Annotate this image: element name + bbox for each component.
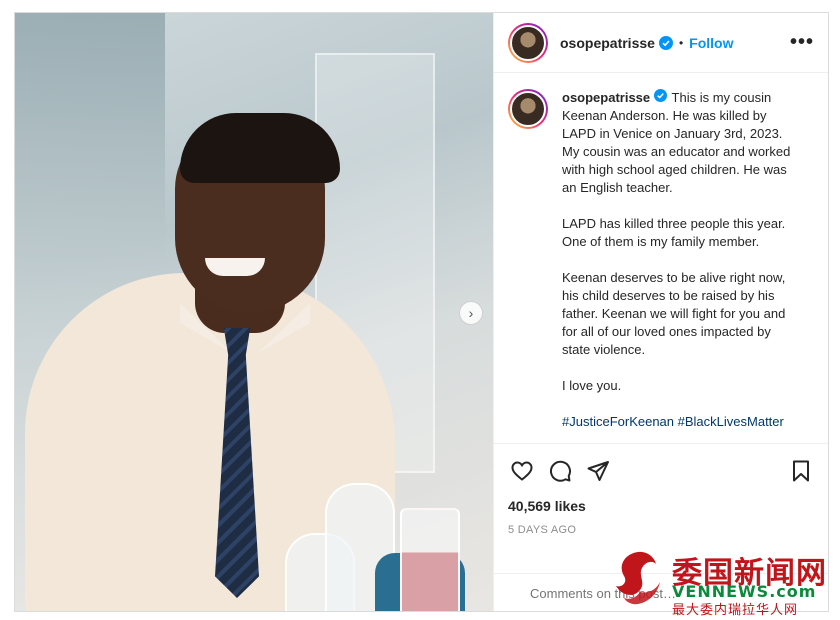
- caption-paragraph: Keenan deserves to be alive right now, h…: [562, 270, 786, 357]
- verified-badge-icon: [654, 89, 668, 103]
- post-dialog: › osopepatrisse • Follow ••• osopepatris…: [14, 12, 829, 612]
- comment-bar: [494, 573, 828, 611]
- hashtag-link[interactable]: #BlackLivesMatter: [678, 414, 784, 429]
- post-side-panel: osopepatrisse • Follow ••• osopepatrisse…: [493, 13, 828, 611]
- post-header: osopepatrisse • Follow •••: [494, 13, 828, 73]
- next-photo-button[interactable]: ›: [459, 301, 483, 325]
- avatar[interactable]: [508, 22, 548, 63]
- photo-water-glass: [400, 508, 460, 611]
- verified-badge-icon: [658, 35, 673, 50]
- avatar[interactable]: [508, 89, 548, 129]
- follow-button[interactable]: Follow: [689, 35, 733, 51]
- post-photo[interactable]: ›: [15, 13, 493, 611]
- photo-smile: [205, 258, 265, 276]
- caption-text: osopepatrisse This is my cousin Keenan A…: [562, 89, 802, 443]
- username-link[interactable]: osopepatrisse: [560, 35, 655, 51]
- separator-dot: •: [678, 35, 684, 50]
- caption-hashtags: #JusticeForKeenan #BlackLivesMatter: [562, 413, 802, 431]
- heart-icon[interactable]: [508, 457, 536, 485]
- username-link[interactable]: osopepatrisse: [562, 90, 650, 105]
- caption-paragraph: I love you.: [562, 378, 622, 393]
- more-options-icon[interactable]: •••: [790, 31, 814, 54]
- post-timestamp: 5 DAYS AGO: [508, 524, 577, 536]
- share-icon[interactable]: [584, 457, 612, 485]
- photo-hair: [180, 113, 340, 183]
- comment-input[interactable]: [530, 586, 793, 601]
- post-caption: osopepatrisse This is my cousin Keenan A…: [494, 73, 828, 443]
- likes-count[interactable]: 40,569 likes: [508, 498, 815, 514]
- chevron-right-icon: ›: [468, 305, 474, 321]
- caption-paragraph-text: This is my cousin Keenan Anderson. He wa…: [562, 90, 791, 195]
- post-actions: 40,569 likes 5 DAYS AGO: [494, 443, 828, 536]
- hashtag-link[interactable]: #JusticeForKeenan: [562, 414, 674, 429]
- caption-paragraph: LAPD has killed three people this year. …: [562, 216, 786, 249]
- caption-paragraph: osopepatrisse This is my cousin Keenan A…: [562, 89, 802, 197]
- action-bar: [508, 456, 815, 486]
- bookmark-icon[interactable]: [787, 457, 815, 485]
- comment-icon[interactable]: [546, 457, 574, 485]
